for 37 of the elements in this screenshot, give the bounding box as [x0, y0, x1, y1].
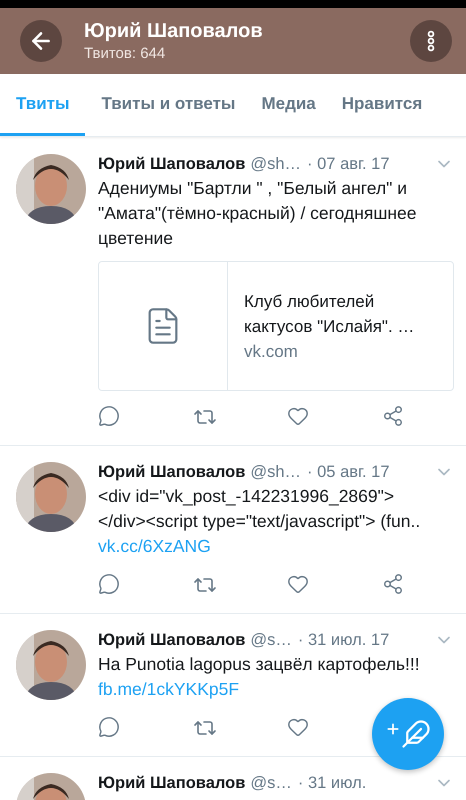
- reply-icon[interactable]: [98, 716, 120, 740]
- author-name[interactable]: Юрий Шаповалов: [98, 630, 246, 650]
- more-icon: [427, 30, 435, 52]
- feather-icon: [401, 719, 431, 749]
- tweet-date: · 31 июл. 17: [298, 630, 390, 650]
- author-handle: @sh…: [250, 154, 302, 174]
- profile-name: Юрий Шаповалов: [84, 20, 264, 43]
- tab[interactable]: Твиты и ответы: [91, 74, 246, 136]
- tab[interactable]: Нравится: [332, 74, 432, 136]
- tweet-count: Твитов: 644: [84, 45, 166, 62]
- author-name[interactable]: Юрий Шаповалов: [98, 154, 246, 174]
- author-name[interactable]: Юрий Шаповалов: [98, 774, 246, 792]
- more-button[interactable]: [410, 20, 452, 62]
- tweet-date: · 31 июл.: [298, 774, 366, 792]
- tweet-date: · 07 авг. 17: [307, 154, 390, 174]
- reply-icon[interactable]: [98, 573, 120, 597]
- author-handle: @s…: [250, 774, 292, 792]
- tweet-link[interactable]: fb.me/1ckYKKp5F: [98, 679, 240, 699]
- tweet-text: Адениумы "Бартли " , "Белый ангел" и "Амата"(тёмно-красный) / сегодняшнее цветение: [98, 177, 418, 250]
- tab[interactable]: Медиа: [251, 74, 326, 136]
- author-handle: @s…: [250, 630, 292, 650]
- tweet-link[interactable]: vk.cc/6XzANG: [98, 536, 211, 556]
- tweet-text: На Punotia lagopus зацвёл картофель!!! fb.me/1ckYKKp5F: [98, 653, 421, 701]
- share-icon[interactable]: [382, 405, 404, 429]
- card-domain: vk.com: [244, 340, 299, 362]
- back-button[interactable]: [20, 20, 62, 62]
- share-icon[interactable]: [382, 573, 404, 597]
- author-name[interactable]: Юрий Шаповалов: [98, 462, 246, 482]
- tab[interactable]: Твиты: [0, 74, 86, 136]
- tweet-text: <div id="vk_post_-142231996_2869"></div><script type="text/javascript"> (fun.. vk.cc/6XzANG: [98, 485, 422, 558]
- plus-icon: [385, 721, 401, 737]
- card-title: Клуб любителей кактусов "Ислайя". …: [244, 290, 416, 338]
- compose-button[interactable]: [372, 698, 444, 770]
- link-card[interactable]: Клуб любителей кактусов "Ислайя". … vk.com: [98, 261, 454, 391]
- author-handle: @sh…: [250, 462, 302, 482]
- tweet-date: · 05 авг. 17: [307, 462, 390, 482]
- reply-icon[interactable]: [98, 405, 120, 429]
